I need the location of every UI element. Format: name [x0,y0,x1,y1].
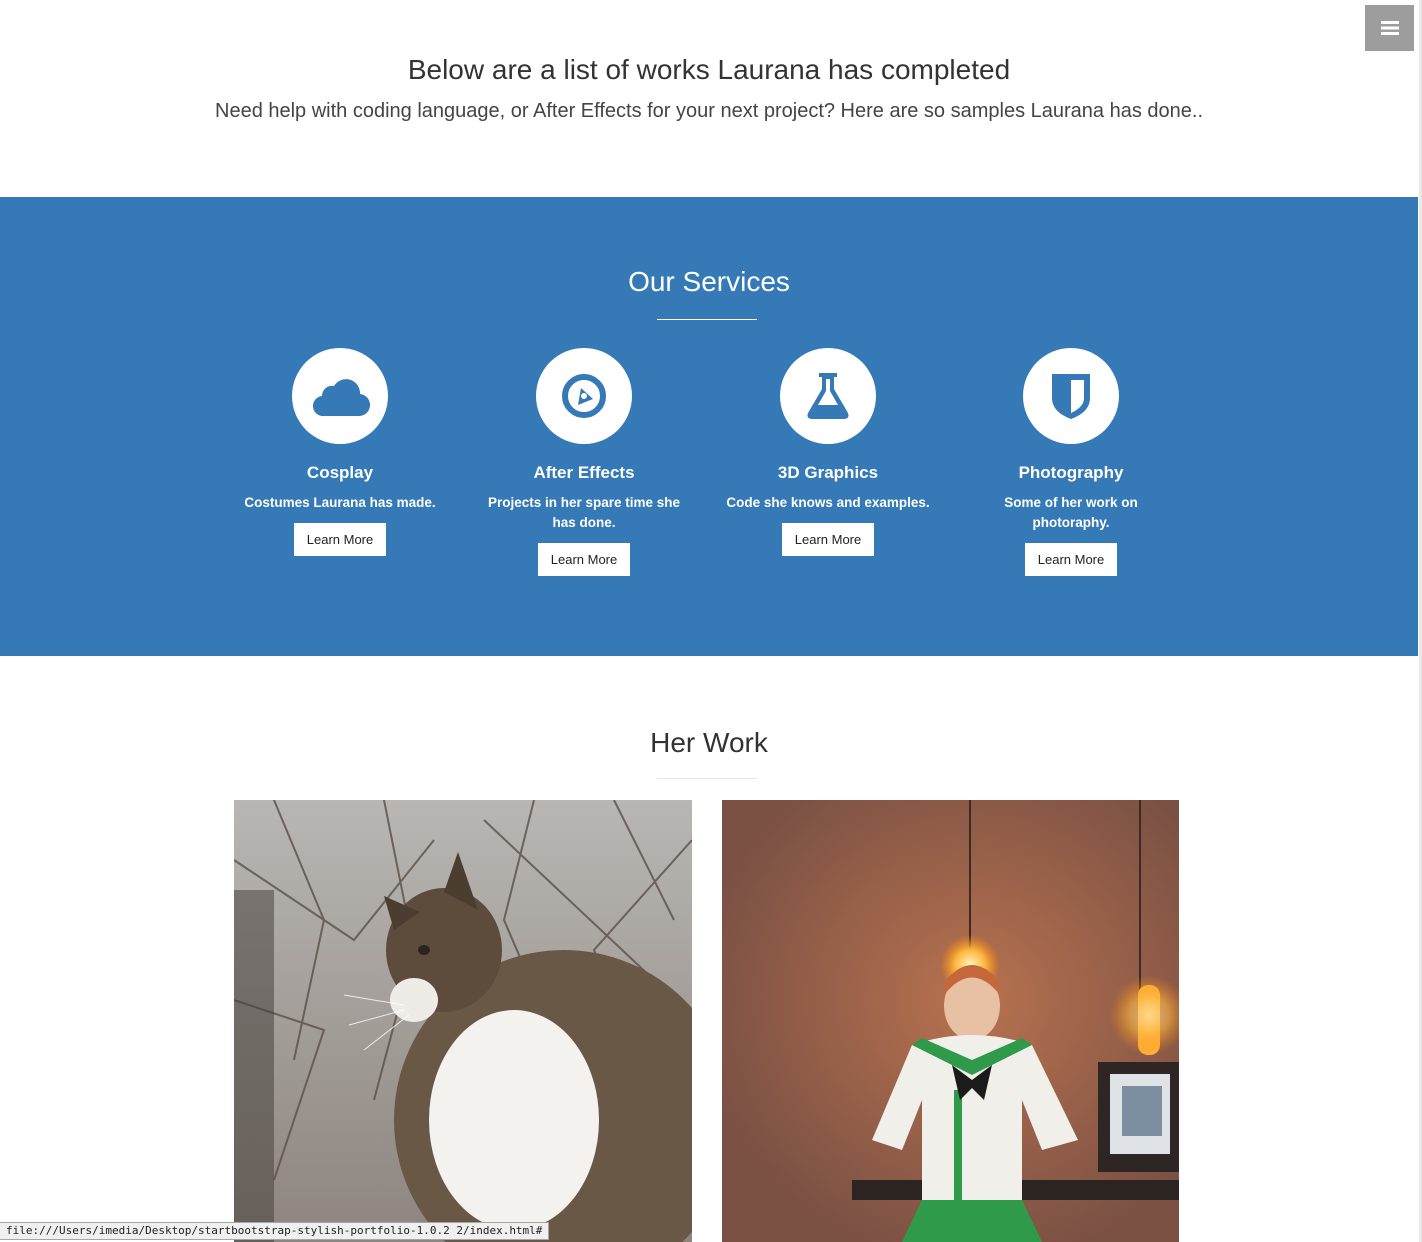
service-icon-circle [780,348,876,444]
service-icon-circle [292,348,388,444]
cloud-icon [313,379,370,417]
service-after-effects: After Effects Projects in her spare time… [474,348,694,576]
service-title: 3D Graphics [777,463,879,482]
services-heading: Our Services [628,266,790,297]
shield-icon [1052,374,1090,419]
status-bar-url: file:///Users/imedia/Desktop/startbootst… [0,1222,550,1240]
service-3d-graphics: 3D Graphics Code she knows and examples.… [718,348,938,556]
intro-title: Below are a list of works Laurana has co… [407,54,1011,85]
work-heading: Her Work [650,727,768,758]
intro-subtitle: Need help with coding language, or After… [215,100,1203,122]
cosplay-photo[interactable] [722,800,1179,1242]
learn-more-button[interactable]: Learn More [537,543,631,576]
service-cosplay: Cosplay Costumes Laurana has made. Learn… [230,348,450,556]
service-description: Costumes Laurana has made. [244,495,436,510]
learn-more-button[interactable]: Learn More [781,523,875,556]
services-divider [657,319,757,320]
intro-section: Below are a list of works Laurana has co… [0,0,1418,197]
work-divider [657,778,757,779]
service-icon-circle [536,348,632,444]
service-title: Photography [1018,463,1124,482]
compass-icon [562,374,606,418]
service-description: Some of her work on photoraphy. [1004,495,1138,530]
service-title: After Effects [533,463,635,482]
learn-more-button[interactable]: Learn More [293,523,387,556]
cat-photo[interactable] [234,800,692,1242]
service-photography: Photography Some of her work on photorap… [961,348,1181,576]
service-icon-circle [1023,348,1119,444]
service-description: Code she knows and examples. [726,495,930,510]
work-section: Her Work [0,656,1418,1242]
service-title: Cosplay [306,463,374,482]
service-description: Projects in her spare time she has done. [487,495,681,530]
flask-icon [807,373,849,419]
learn-more-button[interactable]: Learn More [1024,543,1118,576]
services-section: Our Services Cosplay Costumes Laurana ha… [0,197,1418,656]
